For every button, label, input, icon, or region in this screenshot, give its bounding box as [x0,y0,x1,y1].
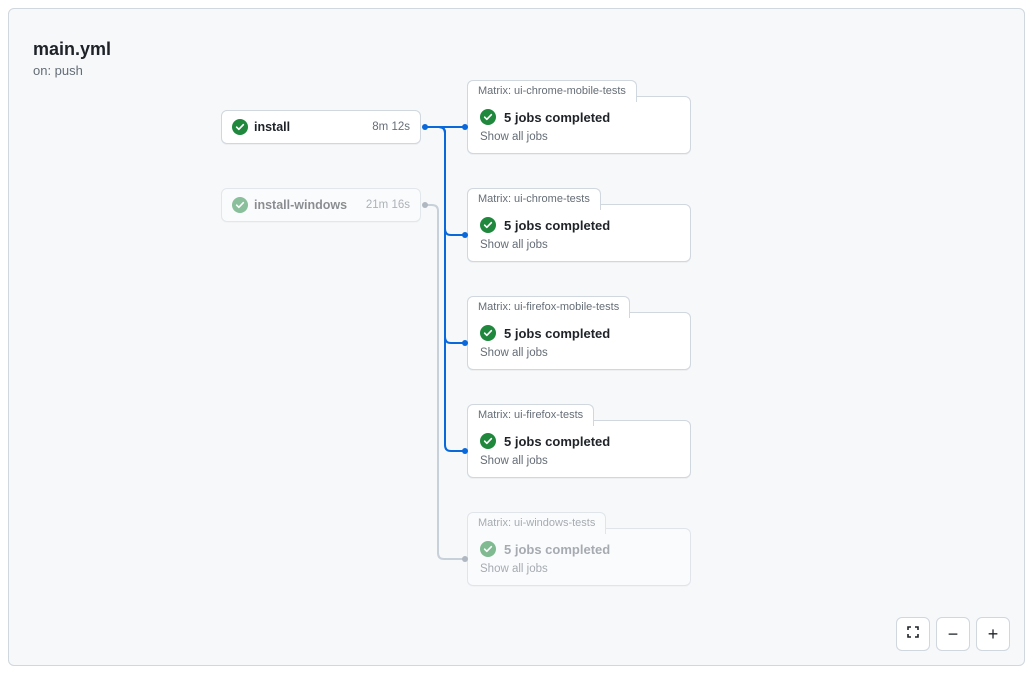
success-icon [480,217,496,233]
matrix-status: 5 jobs completed [504,434,610,449]
show-all-jobs-link[interactable]: Show all jobs [480,455,678,467]
job-duration: 8m 12s [372,121,410,133]
workflow-canvas[interactable]: main.yml on: push install 8m 12s install… [8,8,1025,666]
connector-dot [462,448,468,454]
job-card-install-windows[interactable]: install-windows 21m 16s [221,188,421,222]
matrix-card-ui-chrome-mobile-tests[interactable]: Matrix: ui-chrome-mobile-tests 5 jobs co… [467,96,691,154]
zoom-out-button[interactable]: − [936,617,970,651]
matrix-card-ui-firefox-mobile-tests[interactable]: Matrix: ui-firefox-mobile-tests 5 jobs c… [467,312,691,370]
matrix-status: 5 jobs completed [504,542,610,557]
matrix-tab-label: Matrix: ui-firefox-mobile-tests [467,296,630,318]
success-icon [480,541,496,557]
success-icon [232,119,248,135]
connector-dot [422,202,428,208]
success-icon [480,325,496,341]
connector-dot [462,124,468,130]
show-all-jobs-link[interactable]: Show all jobs [480,239,678,251]
matrix-status: 5 jobs completed [504,326,610,341]
minus-icon: − [948,625,959,643]
show-all-jobs-link[interactable]: Show all jobs [480,131,678,143]
job-name: install [254,120,372,134]
matrix-status: 5 jobs completed [504,218,610,233]
matrix-tab-label: Matrix: ui-windows-tests [467,512,606,534]
job-card-install[interactable]: install 8m 12s [221,110,421,144]
success-icon [232,197,248,213]
show-all-jobs-link[interactable]: Show all jobs [480,347,678,359]
matrix-tab-label: Matrix: ui-chrome-tests [467,188,601,210]
workflow-title: main.yml [33,39,111,60]
connector-dot [462,556,468,562]
matrix-status: 5 jobs completed [504,110,610,125]
fullscreen-button[interactable] [896,617,930,651]
show-all-jobs-link[interactable]: Show all jobs [480,563,678,575]
plus-icon: + [988,625,999,643]
connector-dot [462,232,468,238]
fullscreen-icon [905,624,921,645]
job-duration: 21m 16s [366,199,410,211]
connector-dot [462,340,468,346]
matrix-card-ui-chrome-tests[interactable]: Matrix: ui-chrome-tests 5 jobs completed… [467,204,691,262]
workflow-trigger: on: push [33,63,111,78]
matrix-card-ui-windows-tests[interactable]: Matrix: ui-windows-tests 5 jobs complete… [467,528,691,586]
zoom-in-button[interactable]: + [976,617,1010,651]
matrix-tab-label: Matrix: ui-chrome-mobile-tests [467,80,637,102]
success-icon [480,109,496,125]
job-name: install-windows [254,198,366,212]
canvas-controls: − + [896,617,1010,651]
workflow-header: main.yml on: push [33,39,111,78]
connector-dot [422,124,428,130]
success-icon [480,433,496,449]
matrix-tab-label: Matrix: ui-firefox-tests [467,404,594,426]
matrix-card-ui-firefox-tests[interactable]: Matrix: ui-firefox-tests 5 jobs complete… [467,420,691,478]
